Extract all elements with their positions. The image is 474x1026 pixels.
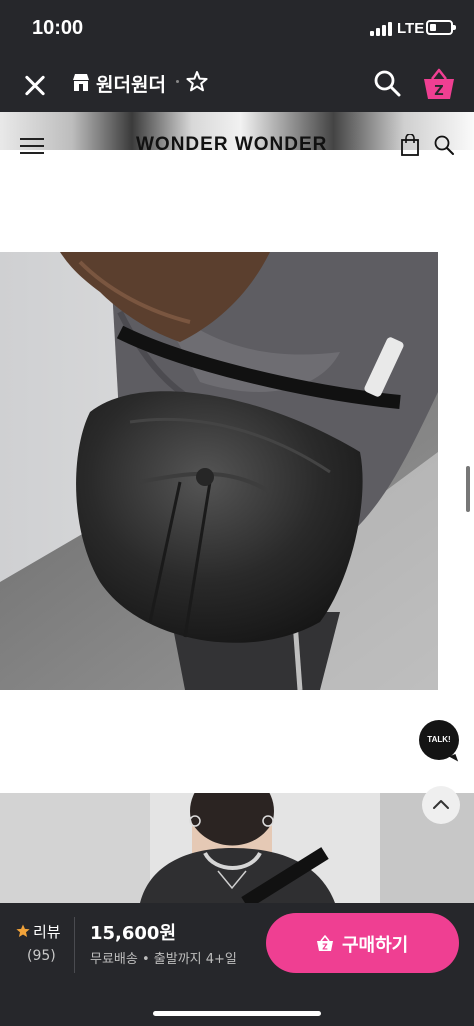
divider [74,917,75,973]
embedded-site-header: WONDER WONDER [0,128,474,164]
buy-label: 구매하기 [342,935,409,956]
status-time: 10:00 [32,17,84,39]
review-label: 리뷰 [33,923,61,941]
buy-button[interactable]: Z 구매하기 [266,913,459,973]
product-photo[interactable] [0,252,438,690]
store-name[interactable]: 원더원더 [96,70,166,97]
price: 15,600원 [90,923,177,944]
shopping-bag-icon[interactable] [400,134,420,156]
purchase-bar: 리뷰 (95) 15,600원 무료배송 • 출발까지 4+일 Z 구매하기 [0,903,474,1026]
star-outline-icon[interactable] [184,69,210,95]
chevron-up-icon [433,800,449,809]
product-photo-2[interactable] [0,793,474,903]
store-icon [73,74,89,91]
app-header: 원더원더 Z [0,60,474,112]
search-icon[interactable] [372,68,402,98]
zigzag-cart-icon[interactable]: Z [421,66,457,102]
site-search-icon[interactable] [433,134,455,156]
scrollbar-thumb[interactable] [466,466,470,512]
hamburger-icon[interactable] [20,138,44,154]
star-filled-icon [16,924,30,937]
site-brand[interactable]: WONDER WONDER [136,134,327,156]
close-icon[interactable] [18,68,52,102]
talk-button[interactable]: TALK! [419,720,459,760]
battery-level [430,24,436,31]
cart-badge: Z [434,84,443,99]
separator-dot [176,80,179,83]
signal-icon [370,21,392,36]
network-label: LTE [397,20,425,37]
battery-icon [426,20,456,35]
home-indicator[interactable] [153,1011,321,1016]
scroll-top-button[interactable] [422,786,460,824]
status-bar: 10:00 LTE [0,0,474,60]
zigzag-bag-icon: Z [317,935,333,952]
review-count: (95) [27,948,56,964]
shipping-info: 무료배송 • 출발까지 4+일 [90,952,237,967]
buy-icon-badge: Z [322,943,328,952]
